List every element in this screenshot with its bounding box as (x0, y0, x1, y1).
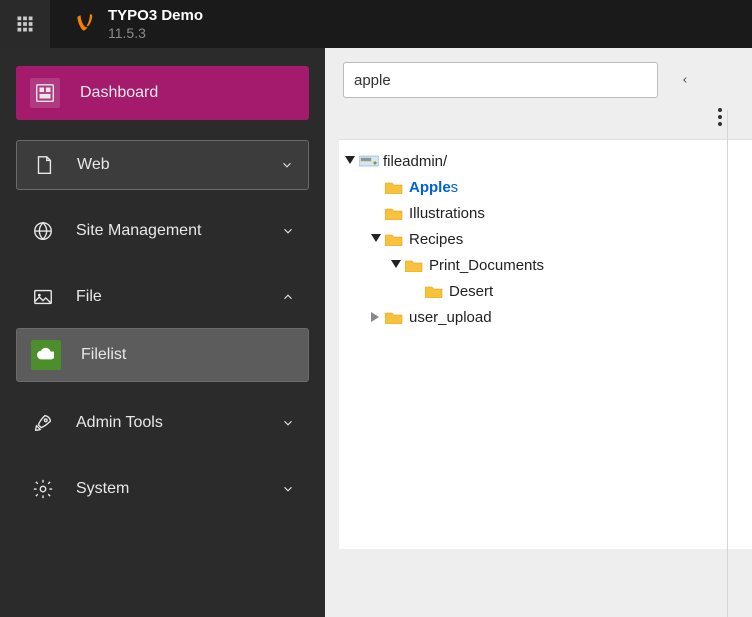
typo3-logo-icon (72, 11, 98, 37)
globe-icon (30, 218, 56, 244)
sidebar-label-site: Site Management (76, 222, 281, 240)
folder-icon (385, 180, 403, 194)
main: Dashboard Web Site Management File (0, 48, 752, 617)
chevron-down-icon (281, 224, 295, 238)
tree-item-desert[interactable]: Desert (343, 278, 752, 304)
sidebar-label-filelist: Filelist (81, 346, 294, 364)
tree-toggle-expanded-icon[interactable] (389, 260, 403, 270)
folder-icon (385, 310, 403, 324)
tree-item-user-upload[interactable]: user_upload (343, 304, 752, 330)
tree-label: fileadmin/ (383, 153, 447, 170)
search-row (325, 48, 752, 98)
brand-version: 11.5.3 (108, 25, 203, 42)
grid-icon (16, 15, 34, 33)
chevron-down-icon (281, 482, 295, 496)
dashboard-icon (30, 78, 60, 108)
file-tree: fileadmin/ Apples Illustrations Recipes (339, 139, 752, 549)
tree-item-illustrations[interactable]: Illustrations (343, 200, 752, 226)
chevron-left-icon (680, 72, 690, 88)
apps-grid-button[interactable] (0, 0, 50, 48)
divider (727, 110, 728, 617)
tree-item-apples[interactable]: Apples (343, 174, 752, 200)
tree-toggle-expanded-icon[interactable] (343, 156, 357, 166)
tree-item-print-documents[interactable]: Print_Documents (343, 252, 752, 278)
folder-icon (385, 232, 403, 246)
sidebar-label-web: Web (77, 156, 280, 174)
tree-label: Recipes (409, 231, 463, 248)
sidebar-label-admin: Admin Tools (76, 414, 281, 432)
brand-text: TYPO3 Demo 11.5.3 (108, 7, 203, 42)
tree-item-recipes[interactable]: Recipes (343, 226, 752, 252)
gear-icon (30, 476, 56, 502)
sidebar-label-file: File (76, 288, 281, 306)
tree-toggle-collapsed-icon[interactable] (369, 312, 383, 322)
sidebar: Dashboard Web Site Management File (0, 48, 325, 617)
brand: TYPO3 Demo 11.5.3 (50, 7, 203, 42)
drive-icon (359, 154, 377, 168)
tree-label: Print_Documents (429, 257, 544, 274)
chevron-up-icon (281, 290, 295, 304)
cloud-list-icon (31, 340, 61, 370)
sidebar-item-system[interactable]: System (16, 464, 309, 514)
sidebar-label-system: System (76, 480, 281, 498)
chevron-down-icon (281, 416, 295, 430)
tree-label: Apples (409, 179, 458, 196)
folder-icon (425, 284, 443, 298)
sidebar-item-dashboard[interactable]: Dashboard (16, 66, 309, 120)
topbar: TYPO3 Demo 11.5.3 (0, 0, 752, 48)
sidebar-item-file[interactable]: File (16, 272, 309, 322)
sidebar-item-filelist[interactable]: Filelist (16, 328, 309, 382)
sidebar-item-site-management[interactable]: Site Management (16, 206, 309, 256)
folder-icon (385, 206, 403, 220)
tree-toggle-expanded-icon[interactable] (369, 234, 383, 244)
search-input[interactable] (343, 62, 658, 98)
sidebar-label-dashboard: Dashboard (80, 84, 295, 102)
brand-name: TYPO3 Demo (108, 7, 203, 25)
image-icon (30, 284, 56, 310)
folder-icon (405, 258, 423, 272)
chevron-down-icon (280, 158, 294, 172)
tree-label: user_upload (409, 309, 492, 326)
kebab-icon (718, 108, 722, 126)
tree-root-fileadmin[interactable]: fileadmin/ (343, 148, 752, 174)
page-icon (31, 152, 57, 178)
content-area: fileadmin/ Apples Illustrations Recipes (325, 48, 752, 617)
collapse-button[interactable] (670, 62, 700, 98)
toolbar (325, 98, 752, 139)
tree-label: Desert (449, 283, 493, 300)
rocket-icon (30, 410, 56, 436)
sidebar-item-admin-tools[interactable]: Admin Tools (16, 398, 309, 448)
more-options-button[interactable] (718, 108, 722, 131)
tree-label: Illustrations (409, 205, 485, 222)
sidebar-item-web[interactable]: Web (16, 140, 309, 190)
